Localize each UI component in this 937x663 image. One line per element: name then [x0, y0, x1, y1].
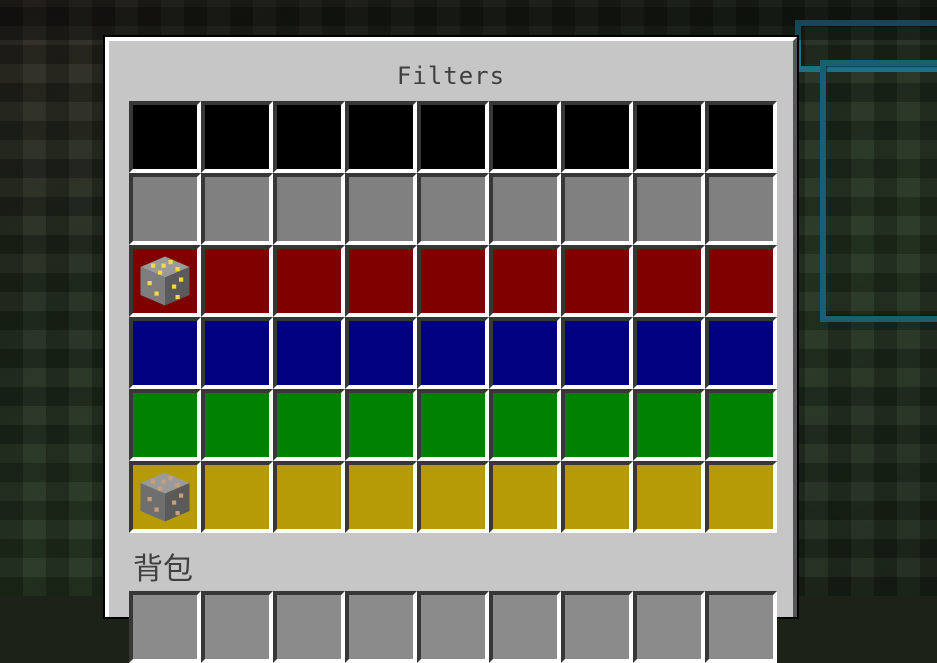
filter-slot[interactable]: [633, 245, 705, 317]
filter-slot[interactable]: [345, 101, 417, 173]
filter-slot[interactable]: [273, 173, 345, 245]
filter-slot[interactable]: [345, 245, 417, 317]
filter-slot[interactable]: [129, 245, 201, 317]
inventory-slot[interactable]: [201, 591, 273, 663]
filter-slot[interactable]: [417, 101, 489, 173]
filter-slot[interactable]: [417, 173, 489, 245]
filter-slot[interactable]: [417, 461, 489, 533]
gold-ore-icon: [140, 256, 190, 306]
filter-slot[interactable]: [489, 317, 561, 389]
filter-slot[interactable]: [561, 389, 633, 461]
filter-slot[interactable]: [273, 317, 345, 389]
cable-frame: [820, 60, 937, 322]
inventory-label: 背包: [133, 552, 193, 587]
filter-slot[interactable]: [273, 101, 345, 173]
inventory-slot[interactable]: [705, 591, 777, 663]
filter-slot[interactable]: [201, 245, 273, 317]
filter-gui-panel: Filters 背包: [105, 37, 797, 663]
filter-slot[interactable]: [129, 317, 201, 389]
filter-row: [129, 245, 777, 317]
filter-slot[interactable]: [633, 101, 705, 173]
filter-slot[interactable]: [345, 461, 417, 533]
inventory-slot[interactable]: [129, 591, 201, 663]
filter-slot[interactable]: [201, 173, 273, 245]
filter-slot[interactable]: [273, 461, 345, 533]
filter-row: [129, 173, 777, 245]
filter-slot[interactable]: [705, 173, 777, 245]
filter-slot[interactable]: [633, 389, 705, 461]
filter-slot[interactable]: [201, 101, 273, 173]
filter-row: [129, 101, 777, 173]
filter-slot[interactable]: [633, 317, 705, 389]
inventory-slot[interactable]: [345, 591, 417, 663]
filter-slot[interactable]: [561, 101, 633, 173]
filter-slot[interactable]: [561, 245, 633, 317]
filter-row: [129, 317, 777, 389]
filter-slot[interactable]: [705, 317, 777, 389]
filter-slot[interactable]: [489, 245, 561, 317]
filter-slot[interactable]: [201, 461, 273, 533]
filter-grid: [129, 101, 777, 533]
filter-row: [129, 461, 777, 533]
filter-slot[interactable]: [129, 461, 201, 533]
filter-slot[interactable]: [705, 389, 777, 461]
filter-slot[interactable]: [129, 389, 201, 461]
filter-slot[interactable]: [705, 245, 777, 317]
filter-slot[interactable]: [273, 245, 345, 317]
inventory-row: [129, 591, 777, 663]
filter-slot[interactable]: [201, 317, 273, 389]
filter-slot[interactable]: [633, 173, 705, 245]
filter-slot[interactable]: [489, 389, 561, 461]
filter-slot[interactable]: [489, 461, 561, 533]
filter-slot[interactable]: [561, 173, 633, 245]
filter-slot[interactable]: [561, 317, 633, 389]
filter-slot[interactable]: [417, 245, 489, 317]
filter-slot[interactable]: [633, 461, 705, 533]
filter-slot[interactable]: [417, 317, 489, 389]
filter-slot[interactable]: [345, 173, 417, 245]
inventory-slot[interactable]: [273, 591, 345, 663]
iron-ore-icon: [140, 472, 190, 522]
shadow: [0, 0, 937, 40]
filter-slot[interactable]: [489, 101, 561, 173]
inventory-slot[interactable]: [417, 591, 489, 663]
filter-slot[interactable]: [345, 389, 417, 461]
filter-slot[interactable]: [705, 101, 777, 173]
inventory-slot[interactable]: [489, 591, 561, 663]
filter-slot[interactable]: [273, 389, 345, 461]
filter-slot[interactable]: [129, 101, 201, 173]
filter-slot[interactable]: [129, 173, 201, 245]
inventory-slot[interactable]: [633, 591, 705, 663]
filter-slot[interactable]: [201, 389, 273, 461]
filter-slot[interactable]: [489, 173, 561, 245]
inventory-slot[interactable]: [561, 591, 633, 663]
filter-slot[interactable]: [705, 461, 777, 533]
filter-row: [129, 389, 777, 461]
filter-slot[interactable]: [345, 317, 417, 389]
gui-title: Filters: [396, 62, 506, 90]
filter-slot[interactable]: [417, 389, 489, 461]
filter-slot[interactable]: [561, 461, 633, 533]
